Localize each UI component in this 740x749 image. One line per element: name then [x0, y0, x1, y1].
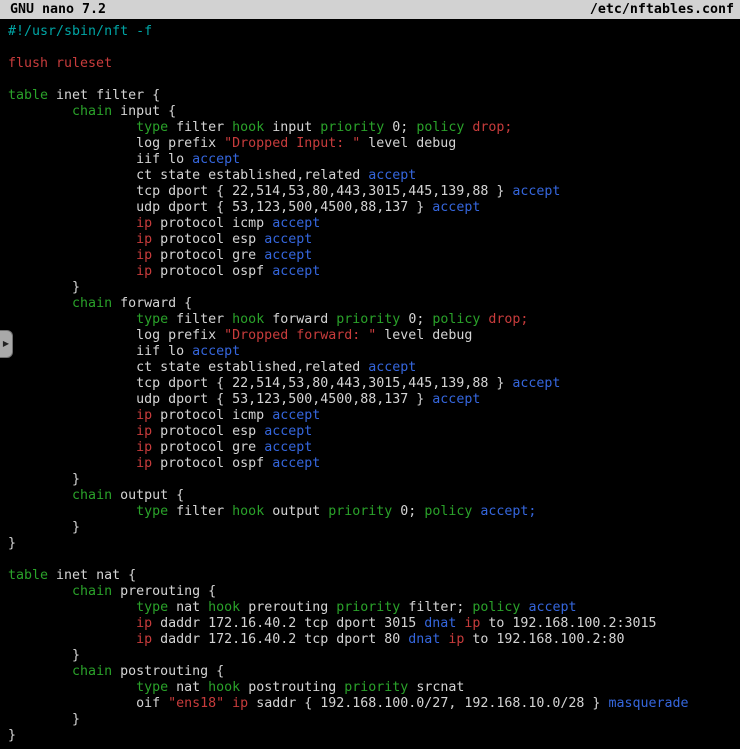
side-panel-toggle-button[interactable]: ▶ — [0, 330, 13, 358]
code-line: table inet filter { — [8, 88, 740, 104]
code-line: ip protocol esp accept — [8, 232, 740, 248]
code-line: } — [8, 472, 740, 488]
code-line: } — [8, 728, 740, 744]
code-line: chain output { — [8, 488, 740, 504]
code-line — [8, 552, 740, 568]
nano-titlebar: GNU nano 7.2 /etc/nftables.conf — [0, 0, 740, 19]
chevron-right-icon: ▶ — [3, 340, 9, 348]
code-line: log prefix "Dropped forward: " level deb… — [8, 328, 740, 344]
code-line: oif "ens18" ip saddr { 192.168.100.0/27,… — [8, 696, 740, 712]
code-line: } — [8, 712, 740, 728]
code-line: iif lo accept — [8, 152, 740, 168]
code-line: ip protocol gre accept — [8, 248, 740, 264]
code-line: #!/usr/sbin/nft -f — [8, 24, 740, 40]
code-line: type filter hook forward priority 0; pol… — [8, 312, 740, 328]
code-line — [8, 40, 740, 56]
code-line: } — [8, 536, 740, 552]
code-line — [8, 72, 740, 88]
code-line: flush ruleset — [8, 56, 740, 72]
code-line: ip daddr 172.16.40.2 tcp dport 3015 dnat… — [8, 616, 740, 632]
code-line: type nat hook prerouting priority filter… — [8, 600, 740, 616]
code-line: ip protocol ospf accept — [8, 264, 740, 280]
code-line: tcp dport { 22,514,53,80,443,3015,445,13… — [8, 184, 740, 200]
code-line: ct state established,related accept — [8, 168, 740, 184]
code-line: ip protocol esp accept — [8, 424, 740, 440]
code-line: chain prerouting { — [8, 584, 740, 600]
code-line: ip protocol gre accept — [8, 440, 740, 456]
code-line: ip protocol icmp accept — [8, 408, 740, 424]
code-line: ct state established,related accept — [8, 360, 740, 376]
code-line: } — [8, 280, 740, 296]
code-line: type filter hook output priority 0; poli… — [8, 504, 740, 520]
code-line: type filter hook input priority 0; polic… — [8, 120, 740, 136]
code-line: ip protocol ospf accept — [8, 456, 740, 472]
code-line: chain input { — [8, 104, 740, 120]
terminal-screen: GNU nano 7.2 /etc/nftables.conf #!/usr/s… — [0, 0, 740, 749]
code-line: chain forward { — [8, 296, 740, 312]
code-line: udp dport { 53,123,500,4500,88,137 } acc… — [8, 392, 740, 408]
editor-text-area[interactable]: #!/usr/sbin/nft -f flush ruleset table ine… — [0, 19, 740, 744]
app-version-label: GNU nano 7.2 — [10, 2, 106, 17]
code-line: chain postrouting { — [8, 664, 740, 680]
code-line: } — [8, 648, 740, 664]
code-line: iif lo accept — [8, 344, 740, 360]
code-line: tcp dport { 22,514,53,80,443,3015,445,13… — [8, 376, 740, 392]
code-line: } — [8, 520, 740, 536]
code-line: log prefix "Dropped Input: " level debug — [8, 136, 740, 152]
code-line: ip protocol icmp accept — [8, 216, 740, 232]
file-path-label: /etc/nftables.conf — [590, 2, 734, 17]
code-line: ip daddr 172.16.40.2 tcp dport 80 dnat i… — [8, 632, 740, 648]
code-line: table inet nat { — [8, 568, 740, 584]
code-line: type nat hook postrouting priority srcna… — [8, 680, 740, 696]
code-line: udp dport { 53,123,500,4500,88,137 } acc… — [8, 200, 740, 216]
